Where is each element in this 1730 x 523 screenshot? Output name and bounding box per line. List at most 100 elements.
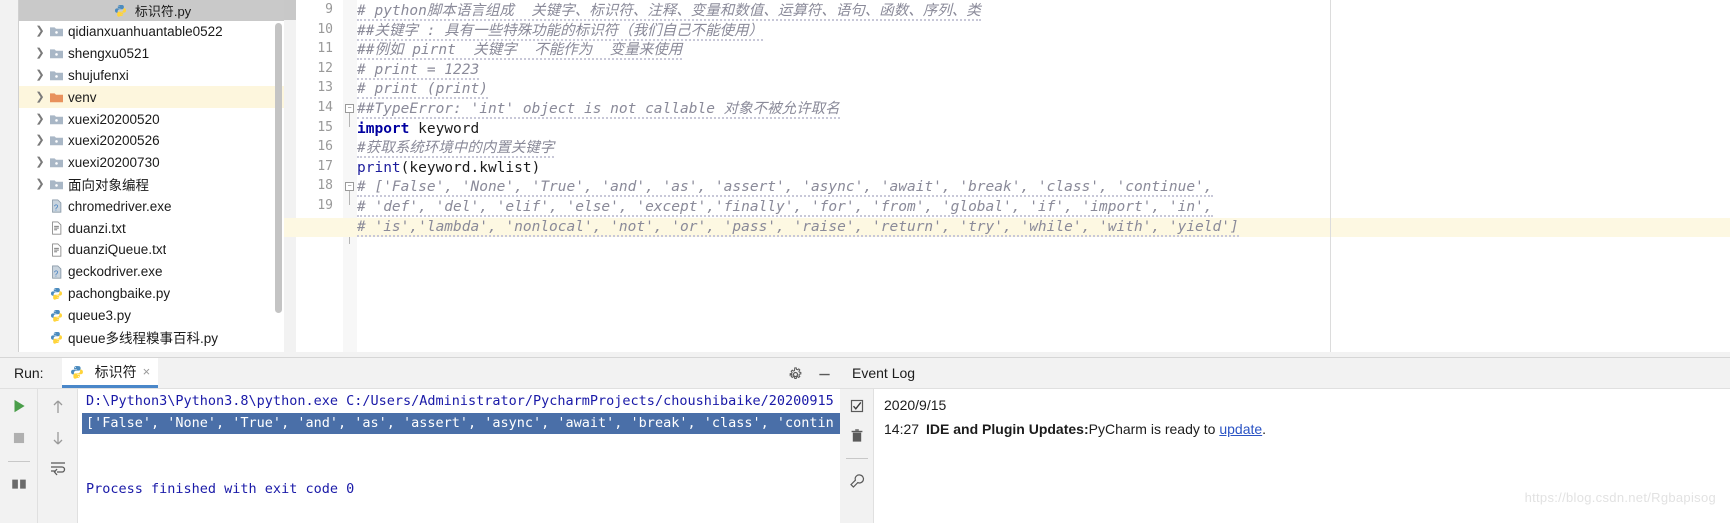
event-log-message: PyCharm is ready to: [1088, 421, 1220, 437]
project-tree-header-label: 标识符.py: [134, 4, 192, 19]
gear-icon[interactable]: [788, 366, 803, 382]
code-line-18[interactable]: # ['False', 'None', 'True', 'and', 'as',…: [357, 178, 1213, 198]
play-icon[interactable]: [10, 397, 28, 415]
trash-icon[interactable]: [849, 428, 865, 444]
event-log-time: 14:27: [884, 421, 920, 437]
tree-item-0[interactable]: ❯ qidianxuanhuantable0522: [19, 21, 284, 43]
line-number: 9: [325, 2, 333, 17]
arrow-up-icon[interactable]: [50, 398, 66, 416]
code-line-text: ##例如 pirnt 关键字 不能作为 变量来使用: [357, 42, 683, 61]
console-selected-output[interactable]: ['False', 'None', 'True', 'and', 'as', '…: [82, 413, 840, 434]
code-line-14[interactable]: ##TypeError: 'int' object is not callabl…: [357, 100, 840, 120]
folder-icon: [47, 25, 65, 38]
update-link[interactable]: update: [1219, 421, 1262, 437]
code-line-text: # ['False', 'None', 'True', 'and', 'as',…: [357, 179, 1213, 198]
checkbox-icon[interactable]: [849, 398, 865, 414]
chevron-right-icon[interactable]: ❯: [33, 135, 47, 146]
python-file-icon: [47, 287, 65, 300]
folder-orange-icon: [47, 91, 65, 104]
close-icon[interactable]: ×: [143, 364, 151, 379]
tree-item-6[interactable]: ❯ xuexi20200730: [19, 152, 284, 174]
chevron-right-icon[interactable]: ❯: [33, 69, 47, 81]
tree-item-9[interactable]: ❯duanzi.txt: [19, 217, 284, 239]
tree-item-14[interactable]: ❯queue多线程糗事百科.py: [19, 326, 284, 348]
tree-item-2[interactable]: ❯ shujufenxi: [19, 65, 284, 87]
wrench-icon[interactable]: [849, 473, 865, 489]
code-line-9[interactable]: # python脚本语言组成 关键字、标识符、注释、变量和数值、运算符、语句、函…: [357, 2, 981, 22]
code-line-15[interactable]: import keyword: [357, 120, 479, 140]
code-line-12[interactable]: # print = 1223: [357, 61, 480, 81]
event-log-source: IDE and Plugin Updates:: [926, 421, 1089, 437]
exe-file-icon: ?: [47, 199, 65, 213]
code-line-16[interactable]: #获取系统环境中的内置关键字: [357, 139, 555, 159]
tree-item-label: duanzi.txt: [68, 220, 126, 236]
toolbar-divider: [845, 458, 868, 459]
code-line-text: ##关键字 : 具有一些特殊功能的标识符（我们自己不能使用）: [357, 22, 764, 41]
chevron-right-icon[interactable]: ❯: [33, 178, 47, 190]
tree-item-13[interactable]: ❯queue3.py: [19, 304, 284, 326]
folder-icon: [47, 47, 65, 60]
stop-icon[interactable]: [10, 429, 28, 447]
code-folding-column[interactable]: −−−: [343, 0, 357, 352]
tree-item-label: geckodriver.exe: [68, 264, 163, 280]
code-line-10[interactable]: ##关键字 : 具有一些特殊功能的标识符（我们自己不能使用）: [357, 22, 764, 42]
svg-text:?: ?: [53, 204, 58, 213]
tree-item-label: qidianxuanhuantable0522: [68, 24, 223, 40]
tree-item-label: pachongbaike.py: [68, 285, 171, 301]
code-line-19[interactable]: # 'def', 'del', 'elif', 'else', 'except'…: [357, 198, 1213, 218]
code-editor[interactable]: 891011121314151617181920 −−− # python脚本语…: [284, 0, 1730, 352]
python-file-icon: [112, 4, 130, 17]
minus-icon[interactable]: [817, 367, 832, 382]
chevron-right-icon[interactable]: ❯: [33, 113, 47, 125]
run-console-panel: D:\Python3\Python3.8\python.exe C:/Users…: [0, 388, 840, 523]
arrow-down-icon[interactable]: [50, 429, 66, 447]
chevron-right-icon[interactable]: ❯: [33, 91, 47, 103]
event-log-panel: 2020/9/15 14:27 IDE and Plugin Updates:Py…: [840, 388, 1730, 523]
chevron-right-icon[interactable]: ❯: [33, 157, 47, 168]
console-output[interactable]: D:\Python3\Python3.8\python.exe C:/Users…: [78, 389, 840, 523]
project-tree-scrollbar[interactable]: [275, 23, 282, 313]
code-line-13[interactable]: # print (print): [357, 80, 488, 100]
tree-item-1[interactable]: ❯ shengxu0521: [19, 43, 284, 65]
run-label: Run:: [14, 365, 44, 381]
code-line-text: #获取系统环境中的内置关键字: [357, 140, 555, 159]
tree-item-11[interactable]: ❯?geckodriver.exe: [19, 261, 284, 283]
console-command-line: D:\Python3\Python3.8\python.exe C:/Users…: [86, 393, 834, 409]
code-line-11[interactable]: ##例如 pirnt 关键字 不能作为 变量来使用: [357, 41, 683, 61]
tree-item-3[interactable]: ❯ venv: [19, 86, 284, 109]
line-number: 15: [317, 119, 333, 135]
tree-item-label: shujufenxi: [68, 67, 129, 83]
code-line-text: # print = 1223: [357, 61, 480, 80]
tree-item-label: xuexi20200520: [68, 111, 160, 127]
code-line-20[interactable]: # 'is','lambda', 'nonlocal', 'not', 'or'…: [284, 217, 1730, 238]
event-log-header: Event Log: [840, 358, 1730, 388]
tree-item-10[interactable]: ❯duanziQueue.txt: [19, 239, 284, 261]
chevron-right-icon[interactable]: ❯: [33, 26, 47, 37]
fold-toggle-icon[interactable]: −: [345, 104, 354, 113]
tree-item-7[interactable]: ❯ 面向对象编程: [19, 174, 284, 196]
tree-item-5[interactable]: ❯ xuexi20200526: [19, 130, 284, 152]
tree-item-label: queue3.py: [68, 307, 132, 323]
pycharm-window: 标识符.py ❯ qidianxuanhuantable0522 ❯ shengxu0…: [0, 0, 1730, 523]
code-line-text: # 'def', 'del', 'elif', 'else', 'except'…: [357, 199, 1213, 217]
wrap-icon[interactable]: [49, 460, 67, 476]
run-configuration-tab[interactable]: 标识符 ×: [61, 358, 159, 388]
text-file-icon: [47, 243, 65, 257]
run-nav-toolbar: [38, 389, 78, 523]
tree-item-label: venv: [68, 89, 97, 105]
folder-icon: [47, 69, 65, 82]
project-pane-gutter: [0, 0, 19, 352]
chevron-right-icon[interactable]: ❯: [33, 48, 47, 59]
fold-toggle-icon[interactable]: −: [345, 182, 354, 192]
code-line-17[interactable]: print(keyword.kwlist): [357, 159, 540, 179]
python-file-icon: [47, 309, 65, 322]
project-tree-list[interactable]: ❯ qidianxuanhuantable0522 ❯ shengxu0521 ❯ shu…: [19, 21, 284, 352]
code-content[interactable]: # python脚本语言组成 关键字、标识符、注释、变量和数值、运算符、语句、函…: [284, 0, 1730, 352]
event-log-suffix: .: [1262, 421, 1267, 437]
tree-item-4[interactable]: ❯ xuexi20200520: [19, 108, 284, 130]
tree-item-label: 面向对象编程: [68, 178, 149, 194]
tree-item-8[interactable]: ❯?chromedriver.exe: [19, 195, 284, 217]
line-number: 17: [317, 158, 333, 174]
tree-item-12[interactable]: ❯pachongbaike.py: [19, 283, 284, 305]
pin-icon[interactable]: [10, 476, 28, 490]
